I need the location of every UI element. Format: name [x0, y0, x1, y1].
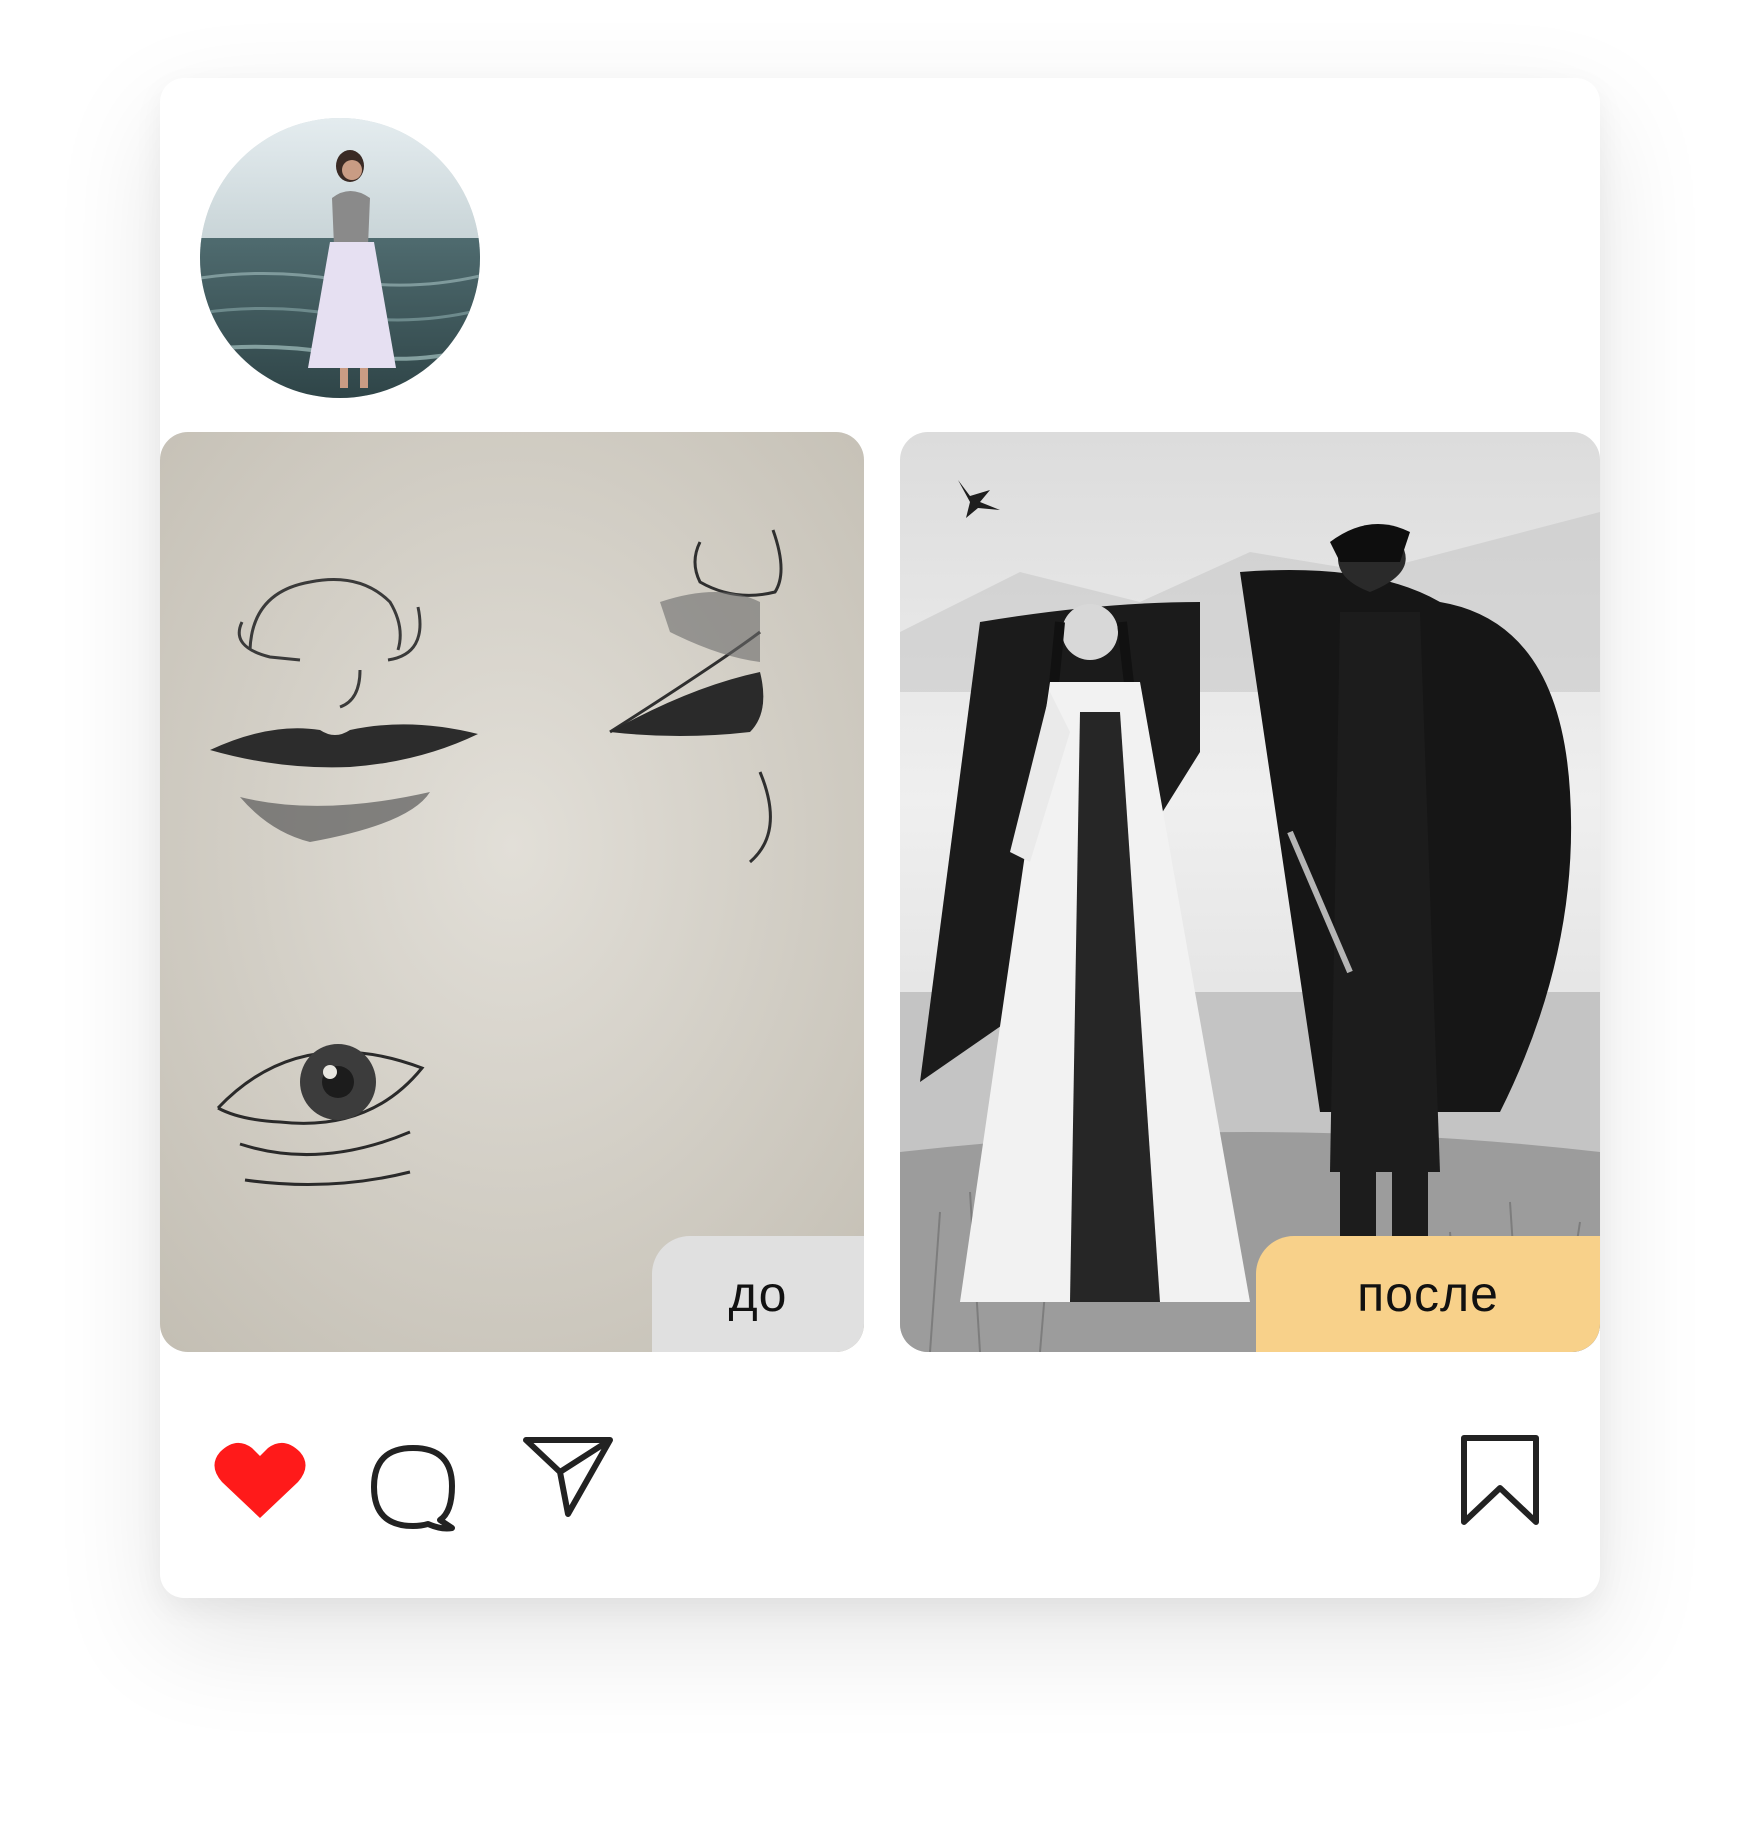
heart-icon[interactable]	[212, 1438, 308, 1522]
after-badge: после	[1256, 1236, 1600, 1352]
ink-drawing-image	[900, 432, 1600, 1352]
send-icon[interactable]	[522, 1436, 614, 1518]
avatar-image	[200, 118, 480, 398]
action-bar	[160, 1418, 1600, 1532]
pencil-sketch-image	[160, 432, 864, 1352]
avatar[interactable]	[200, 118, 480, 398]
bookmark-icon[interactable]	[1458, 1434, 1542, 1526]
photo-before[interactable]: до	[160, 432, 864, 1352]
before-badge: до	[652, 1236, 864, 1352]
comment-icon[interactable]	[368, 1442, 458, 1532]
post-card: до после	[160, 78, 1600, 1598]
photo-after[interactable]: после	[900, 432, 1600, 1352]
